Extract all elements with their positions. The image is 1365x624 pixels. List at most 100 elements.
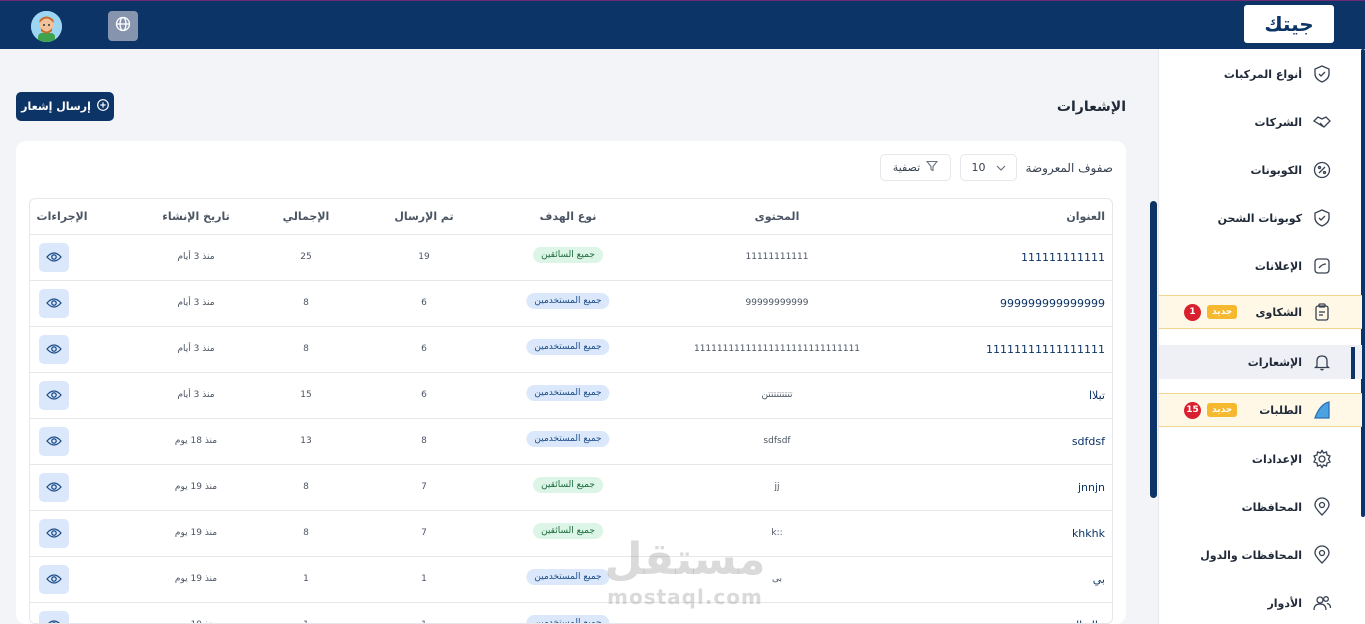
shield-check-icon (1312, 64, 1332, 84)
row-sent: 6 (421, 298, 427, 308)
row-sent: 7 (421, 482, 427, 492)
row-title: jnnjn (1077, 481, 1105, 494)
table-row[interactable]: 999999999999999 99999999999 جميع المستخدمي… (30, 281, 1112, 327)
row-content: بى (771, 574, 783, 584)
col-sent[interactable]: تم الإرسال (394, 210, 453, 223)
eye-icon (46, 478, 62, 497)
sidebar-item-4[interactable]: الإعلانات (1159, 249, 1362, 283)
row-sent: 1 (421, 574, 427, 584)
rows-per-page-value: 10 (971, 161, 986, 174)
percent-icon (1312, 160, 1332, 180)
location-pin-icon (1312, 497, 1332, 517)
eye-icon (46, 386, 62, 405)
bell-icon (1312, 352, 1332, 372)
table-row[interactable]: jnnjn jj جميع السائقين 7 8 منذ 19 يوم (30, 465, 1112, 511)
view-button[interactable] (39, 335, 69, 364)
row-created: منذ 19 يوم (175, 620, 217, 623)
page-title: الإشعارات (1056, 99, 1126, 115)
row-sent: 6 (421, 390, 427, 400)
table-row[interactable]: 11111111111111111 11111111111111111111111… (30, 327, 1112, 373)
row-created: منذ 18 يوم (174, 436, 218, 446)
row-total: 1 (303, 574, 309, 584)
row-total: 8 (303, 482, 309, 492)
sidebar-item-1[interactable]: الشركات (1159, 105, 1362, 139)
globe-icon (115, 16, 131, 36)
target-badge: جميع المستخدمين (526, 431, 610, 447)
sidebar-item-6[interactable]: الإشعارات (1159, 345, 1362, 379)
sidebar-item-5[interactable]: الشكاوى جديد 1 (1159, 295, 1362, 329)
row-sent: 7 (421, 528, 427, 538)
sidebar-item-8[interactable]: الإعدادات (1159, 442, 1362, 476)
handshake-icon (1312, 112, 1332, 132)
sidebar-item-11[interactable]: الأدوار (1159, 586, 1362, 620)
row-created: منذ 19 يوم (174, 574, 218, 584)
user-avatar[interactable] (31, 11, 62, 42)
view-button[interactable] (39, 611, 69, 623)
location-pin-icon (1312, 545, 1332, 565)
row-total: 8 (303, 344, 309, 354)
col-created[interactable]: تاريخ الإنشاء (162, 210, 230, 223)
row-total: 13 (300, 436, 312, 446)
app-logo[interactable]: جيتك (1244, 5, 1334, 43)
target-badge: جميع المستخدمين (526, 569, 610, 585)
table-row[interactable]: بي بى جميع المستخدمين 1 1 منذ 19 يوم (30, 557, 1112, 603)
view-button[interactable] (39, 381, 69, 410)
chevron-down-icon (996, 161, 1006, 174)
eye-icon (46, 432, 62, 451)
sidebar-item-9[interactable]: المحافظات (1159, 490, 1362, 524)
gear-icon (1312, 449, 1332, 469)
table-row[interactable]: خالد السيد... جميع المستخدمين 1 1 منذ 19 يوم (30, 603, 1112, 623)
table-row[interactable]: sdfdsf sdfsdf جميع المستخدمين 8 13 منذ 18 يوم (30, 419, 1112, 465)
active-indicator (1351, 347, 1355, 379)
view-button[interactable] (39, 565, 69, 594)
rows-per-page-select[interactable]: 10 (960, 154, 1017, 181)
table-row[interactable]: تبلاا تتتتتتتتتن جميع المستخدمين 6 15 منذ 3 أ… (30, 373, 1112, 419)
filter-button[interactable]: تصفية (880, 154, 951, 181)
col-actions: الإجراءات (36, 210, 88, 223)
sidebar-item-0[interactable]: أنواع المركبات (1159, 57, 1362, 91)
view-button[interactable] (39, 243, 69, 272)
target-badge: جميع المستخدمين (526, 339, 610, 355)
clipboard-icon (1312, 302, 1332, 322)
rows-per-page-label: صفوف المعروضة (1025, 161, 1113, 175)
row-sent: 19 (418, 252, 430, 262)
sidebar-item-3[interactable]: كوبونات الشحن (1159, 201, 1362, 235)
filter-label: تصفية (892, 161, 921, 174)
row-content: تتتتتتتتتن (761, 390, 793, 400)
new-badge: جديد (1207, 403, 1238, 417)
row-total: 1 (303, 620, 309, 623)
eye-icon (46, 570, 62, 589)
col-content[interactable]: المحتوى (755, 210, 800, 223)
sidebar: أنواع المركبات الشركات الكوبونات كوبونات ال… (1158, 49, 1365, 624)
col-total[interactable]: الإجمالي (283, 210, 330, 223)
view-button[interactable] (39, 519, 69, 548)
count-badge: 15 (1184, 401, 1201, 419)
row-total: 15 (300, 390, 312, 400)
notifications-table: العنوان المحتوى نوع الهدف تم الإرسال الإ… (29, 198, 1113, 624)
send-notification-button[interactable]: إرسال إشعار (16, 92, 114, 121)
sidebar-item-7[interactable]: الطلبات جديد 15 (1159, 393, 1362, 427)
col-title[interactable]: العنوان (1066, 210, 1105, 223)
row-title: 999999999999999 (1000, 297, 1105, 310)
view-button[interactable] (39, 427, 69, 456)
view-button[interactable] (39, 289, 69, 318)
language-button[interactable] (108, 11, 138, 41)
row-title: sdfdsf (1071, 435, 1105, 448)
row-created: منذ 19 يوم (174, 528, 218, 538)
target-badge: جميع السائقين (533, 523, 603, 539)
col-target[interactable]: نوع الهدف (540, 210, 597, 223)
sidebar-item-label: المحافظات (1241, 500, 1302, 514)
content-scrollbar[interactable] (1150, 201, 1157, 498)
shield-check-icon (1312, 208, 1332, 228)
eye-icon (46, 616, 62, 623)
top-bar: جيتك (0, 0, 1365, 49)
sidebar-item-10[interactable]: المحافظات والدول (1159, 538, 1362, 572)
send-notification-label: إرسال إشعار (21, 100, 91, 113)
sidebar-item-2[interactable]: الكوبونات (1159, 153, 1362, 187)
target-badge: جميع المستخدمين (526, 385, 610, 401)
table-row[interactable]: khkhk k:: جميع السائقين 7 8 منذ 19 يوم (30, 511, 1112, 557)
eye-icon (46, 340, 62, 359)
row-title: تبلاا (1088, 389, 1105, 402)
table-row[interactable]: 111111111111 11111111111 جميع السائقين 19 25… (30, 235, 1112, 281)
view-button[interactable] (39, 473, 69, 502)
